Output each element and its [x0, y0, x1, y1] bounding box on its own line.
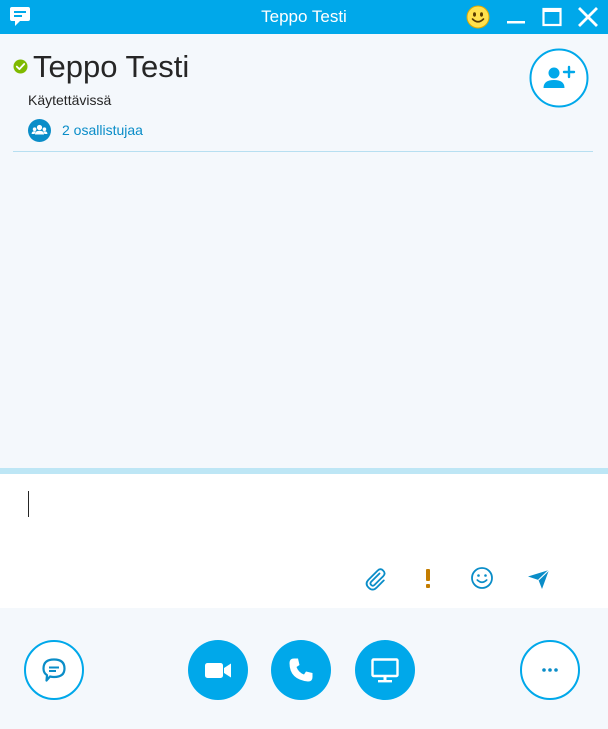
more-icon	[542, 668, 558, 672]
video-camera-icon	[205, 663, 231, 678]
monitor-icon	[371, 658, 399, 683]
phone-icon	[289, 658, 313, 682]
share-screen-button[interactable]	[355, 640, 415, 700]
text-caret	[28, 491, 29, 517]
audio-call-button[interactable]	[271, 640, 331, 700]
compose-area	[0, 474, 608, 608]
header-divider	[13, 151, 593, 152]
send-icon[interactable]	[525, 565, 551, 591]
message-input[interactable]	[20, 484, 580, 564]
paperclip-icon[interactable]	[362, 565, 388, 591]
instant-message-button[interactable]	[24, 640, 84, 700]
more-options-button[interactable]	[520, 640, 580, 700]
emoji-icon[interactable]	[469, 565, 495, 591]
chat-bubble-icon	[42, 658, 66, 682]
add-person-icon[interactable]	[529, 48, 589, 108]
participants-link[interactable]: 2 osallistujaa	[28, 118, 143, 142]
conversation-header: Teppo Testi Käytettävissä 2 osallistujaa	[0, 34, 608, 470]
video-call-button[interactable]	[188, 640, 248, 700]
presence-status: Käytettävissä	[28, 92, 112, 108]
maximize-icon[interactable]	[541, 6, 563, 28]
call-controls-bar	[0, 608, 608, 729]
close-icon[interactable]	[577, 6, 599, 28]
participants-icon	[28, 118, 51, 142]
smiley-icon[interactable]	[466, 5, 490, 29]
contact-name[interactable]: Teppo Testi	[33, 49, 189, 85]
presence-available-icon	[13, 59, 28, 74]
participants-label: 2 osallistujaa	[62, 122, 143, 138]
title-bar: Teppo Testi	[0, 0, 608, 34]
minimize-icon[interactable]	[505, 6, 527, 28]
exclamation-icon[interactable]	[415, 565, 441, 591]
